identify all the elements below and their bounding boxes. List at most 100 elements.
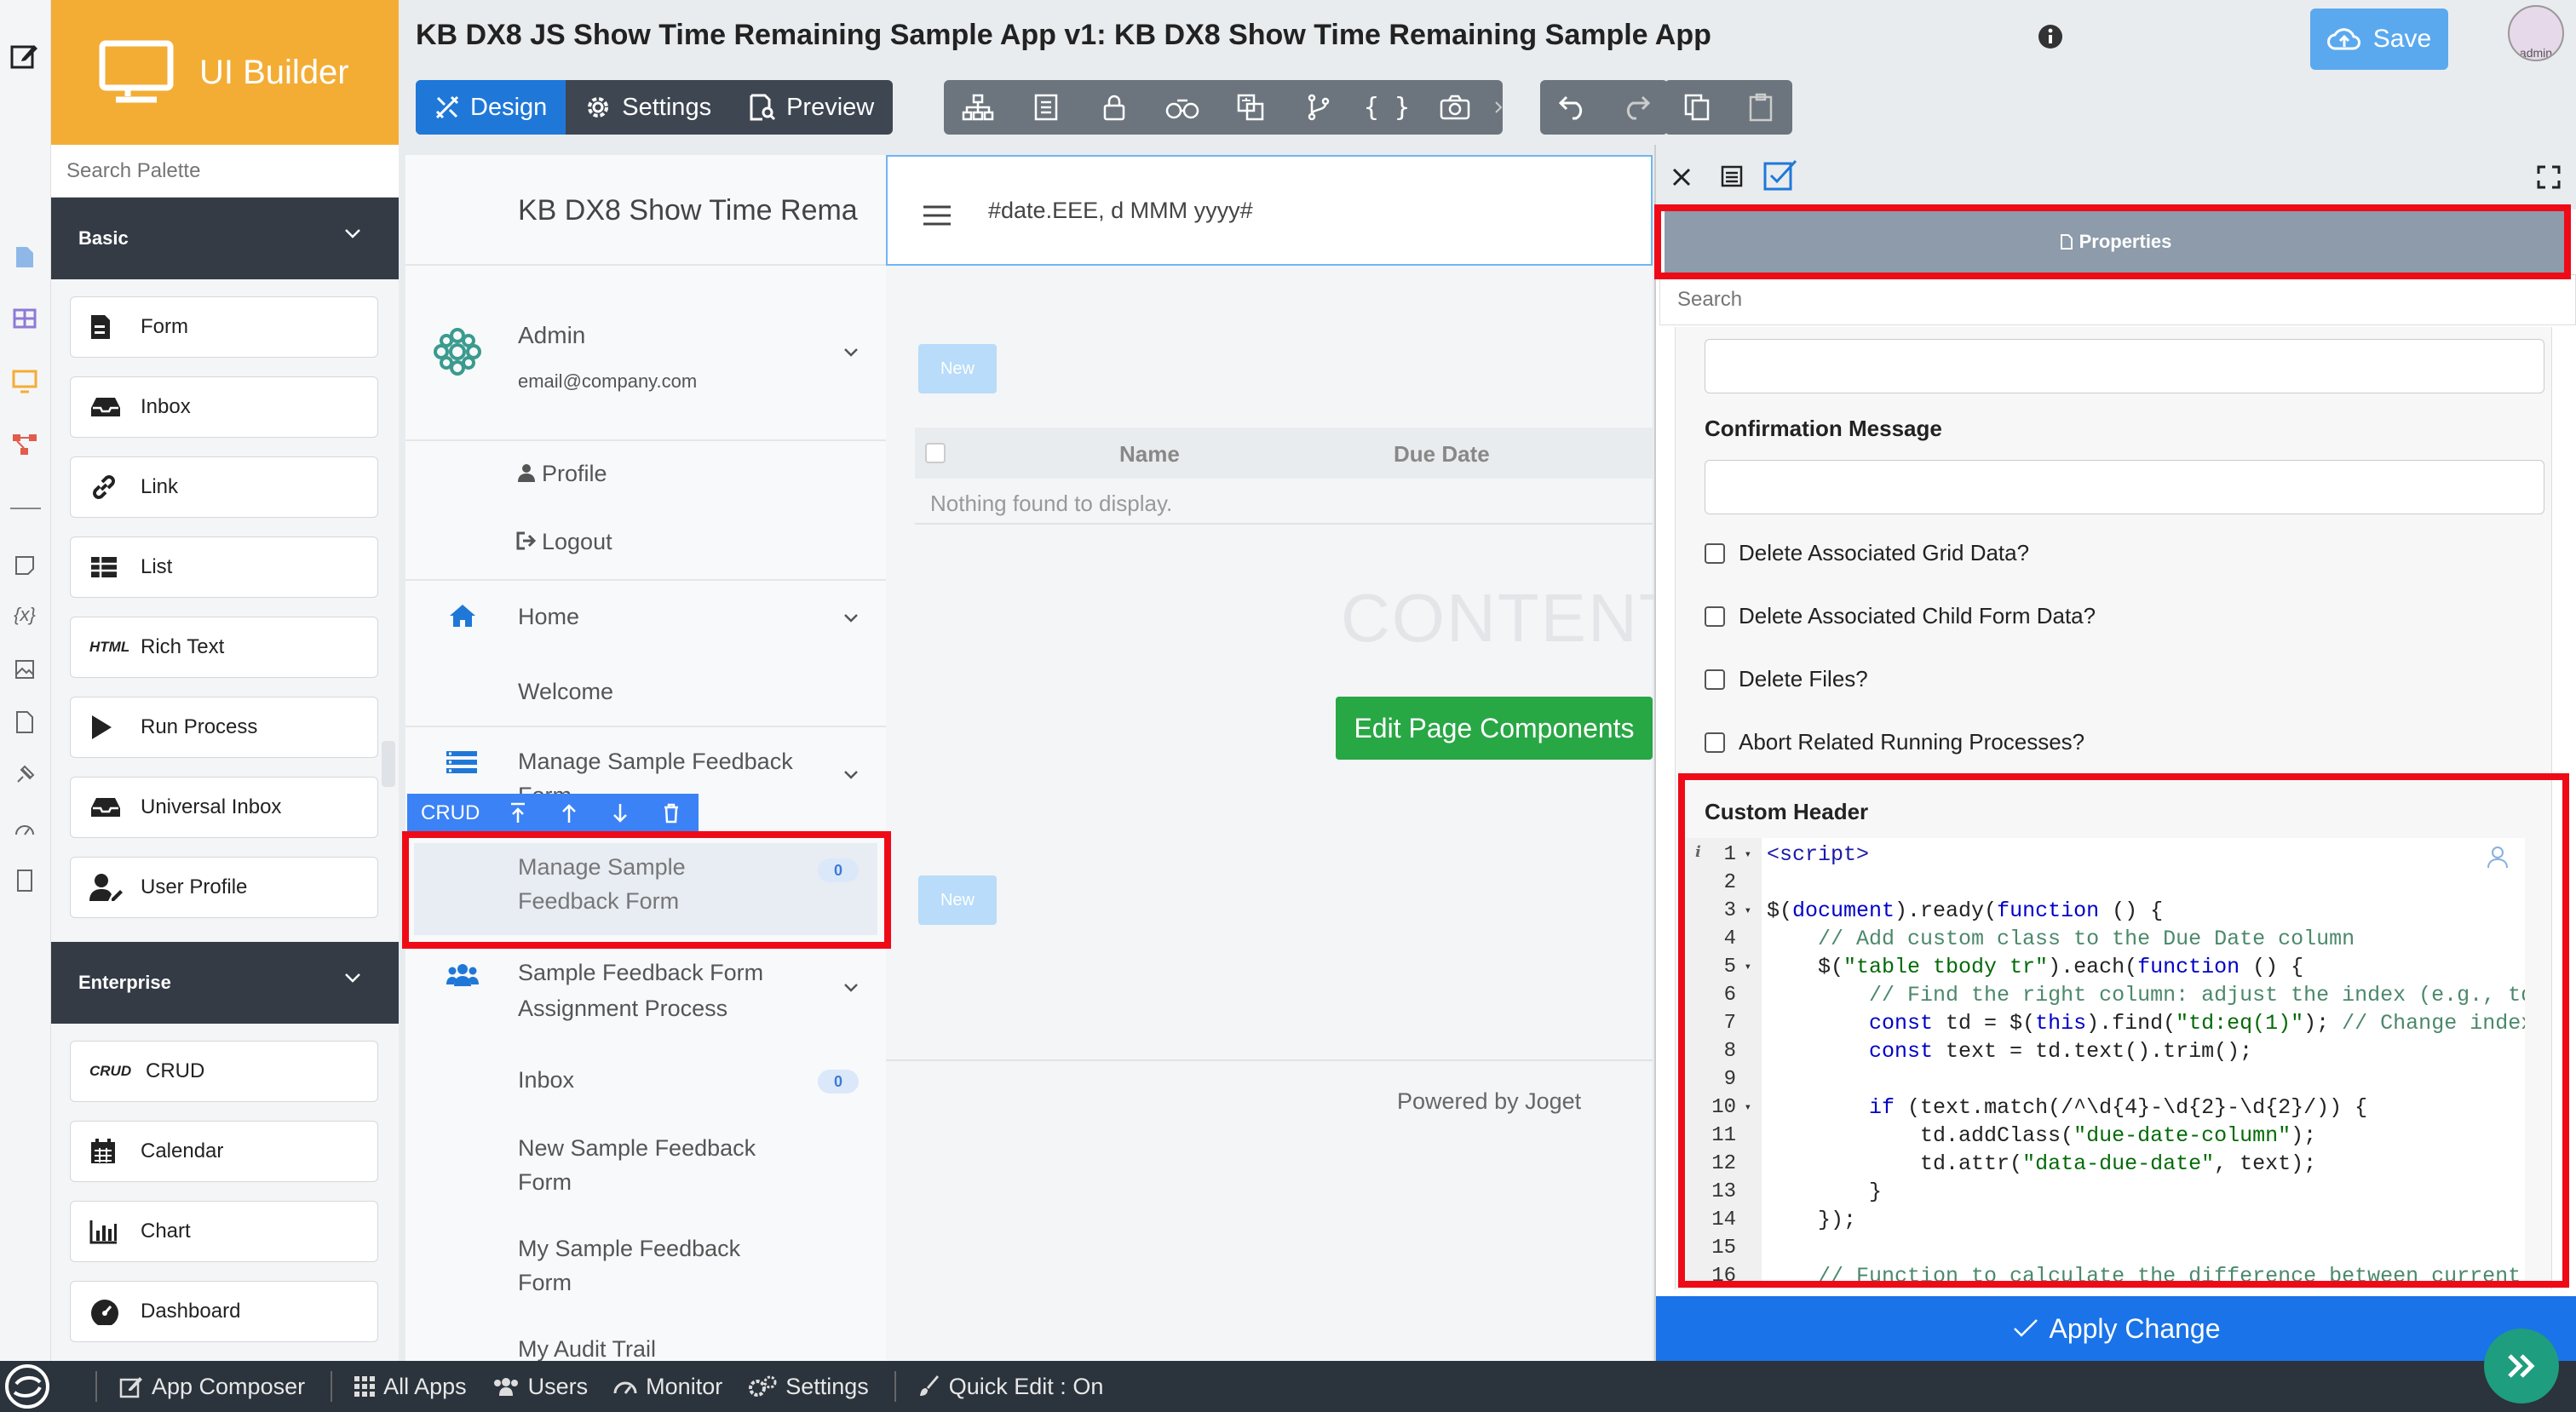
custom-header-code-editor[interactable]: 1 ▾ 2 3 ▾ 4 5 ▾ 6 7 8 9 10 ▾ 11 12 13 14 15 16 i <script> $(… — [1687, 838, 2525, 1283]
move-down-button[interactable] — [595, 802, 646, 824]
screenshot-button[interactable] — [1421, 80, 1489, 135]
settings-link[interactable]: Settings — [748, 1374, 869, 1400]
checkbox-checked-icon[interactable] — [1763, 158, 1797, 191]
code-line[interactable]: }); — [1767, 1207, 1856, 1234]
column-name[interactable]: Name — [1119, 441, 1180, 468]
userview-name[interactable]: KB DX8 Show Time Rema — [518, 194, 858, 227]
chevron-down-icon[interactable] — [843, 613, 859, 623]
permission-button[interactable] — [1080, 80, 1148, 135]
code-line[interactable]: td.addClass("due-date-column"); — [1767, 1122, 2316, 1150]
tab-preview[interactable]: Preview — [730, 80, 893, 135]
checkbox-box[interactable] — [1705, 669, 1725, 690]
fold-toggle-icon[interactable]: ▾ — [1739, 898, 1751, 925]
expand-menu-button[interactable] — [2484, 1329, 2559, 1403]
code-line[interactable]: // Find the right column: adjust the ind… — [1767, 982, 2525, 1009]
code-line[interactable]: // Add custom class to the Due Date colu… — [1767, 926, 2355, 953]
apply-change-button[interactable]: Apply Change — [1656, 1296, 2576, 1361]
previous-property-input[interactable] — [1705, 339, 2544, 393]
code-line[interactable]: if (text.match(/^\d{4}-\d{2}-\d{2}/)) { — [1767, 1094, 2367, 1122]
checkbox-delete-grid-data[interactable]: Delete Associated Grid Data? — [1705, 540, 2029, 566]
process-icon[interactable] — [9, 429, 40, 460]
monitor-link[interactable]: Monitor — [613, 1374, 722, 1400]
edit-page-components-button[interactable]: Edit Page Components — [1336, 697, 1653, 760]
json-button[interactable]: { } — [1353, 80, 1421, 135]
tab-settings[interactable]: Settings — [566, 80, 730, 135]
chevron-right-icon[interactable] — [1494, 100, 1503, 114]
menu-item-audit-trail[interactable]: My Audit Trail — [518, 1332, 656, 1361]
form-view-icon[interactable] — [1721, 165, 1743, 187]
palette-item-chart[interactable]: Chart — [70, 1201, 378, 1262]
edit-icon[interactable] — [9, 41, 40, 72]
code-line[interactable]: const td = $(this).find("td:eq(1)"); // … — [1767, 1010, 2525, 1037]
all-apps-link[interactable]: All Apps — [354, 1374, 467, 1400]
palette-section-basic[interactable]: Basic — [51, 198, 399, 279]
tree-view-button[interactable] — [944, 80, 1012, 135]
checkbox-abort-processes[interactable]: Abort Related Running Processes? — [1705, 729, 2084, 755]
checkbox-box[interactable] — [1705, 732, 1725, 753]
menu-category-home[interactable]: Home — [518, 600, 579, 634]
close-icon[interactable] — [1671, 167, 1692, 187]
joget-logo[interactable] — [0, 1361, 55, 1412]
palette-item-dashboard[interactable]: Dashboard — [70, 1281, 378, 1342]
menu-item-manage-line1[interactable]: Manage Sample — [518, 850, 686, 884]
palette-item-calendar[interactable]: Calendar — [70, 1121, 378, 1182]
undo-button[interactable] — [1540, 80, 1604, 135]
user-secret-icon[interactable] — [2486, 845, 2510, 869]
code-line[interactable]: $("table tbody tr").each(function () { — [1767, 954, 2303, 981]
quick-edit-toggle[interactable]: Quick Edit : On — [918, 1374, 1103, 1400]
copy-button[interactable] — [1665, 80, 1728, 135]
palette-item-rich-text[interactable]: HTML Rich Text — [70, 617, 378, 678]
checkbox-box[interactable] — [1705, 606, 1725, 627]
app-composer-link[interactable]: App Composer — [119, 1374, 305, 1400]
i18n-button[interactable] — [1216, 80, 1285, 135]
confirmation-message-input[interactable] — [1705, 460, 2544, 514]
palette-item-run-process[interactable]: Run Process — [70, 697, 378, 758]
menu-category-assignment-line1[interactable]: Sample Feedback Form — [518, 956, 763, 990]
preview-binoculars-button[interactable] — [1148, 80, 1216, 135]
avatar[interactable]: admin — [2508, 5, 2564, 61]
menu-item-welcome[interactable]: Welcome — [518, 674, 613, 709]
paste-button[interactable] — [1728, 80, 1792, 135]
move-up-button[interactable] — [543, 802, 595, 824]
checkbox-delete-child-form-data[interactable]: Delete Associated Child Form Data? — [1705, 603, 2096, 629]
menu-item-inbox[interactable]: Inbox — [518, 1063, 574, 1097]
redo-button[interactable] — [1604, 80, 1668, 135]
palette-item-universal-inbox[interactable]: Universal Inbox — [70, 777, 378, 838]
palette-item-form[interactable]: Form — [70, 296, 378, 358]
palette-item-inbox[interactable]: Inbox — [70, 376, 378, 438]
gauge-icon[interactable] — [9, 812, 40, 843]
select-all-checkbox[interactable] — [925, 443, 946, 463]
menu-item-profile[interactable]: Profile — [542, 456, 607, 491]
file-icon[interactable] — [9, 707, 40, 738]
note-icon[interactable] — [9, 550, 40, 581]
move-top-button[interactable] — [492, 802, 543, 824]
code-line[interactable]: <script> — [1767, 841, 1869, 869]
table-icon[interactable] — [9, 303, 40, 334]
users-link[interactable]: Users — [492, 1374, 588, 1400]
code-line[interactable]: td.attr("data-due-date", text); — [1767, 1151, 2316, 1178]
palette-item-list[interactable]: List — [70, 537, 378, 598]
menu-item-logout[interactable]: Logout — [542, 525, 612, 559]
hamburger-icon[interactable] — [922, 204, 952, 227]
document-icon[interactable] — [9, 242, 40, 273]
branch-button[interactable] — [1285, 80, 1353, 135]
device-icon[interactable] — [9, 865, 40, 896]
tab-design[interactable]: Design — [416, 80, 566, 135]
monitor-icon[interactable] — [9, 366, 40, 397]
palette-resize-handle[interactable] — [382, 741, 395, 787]
fold-toggle-icon[interactable]: ▾ — [1739, 1094, 1751, 1122]
plugin-icon[interactable] — [9, 760, 40, 790]
userview-header[interactable]: #date.EEE, d MMM yyyy# — [886, 155, 1653, 266]
chevron-down-icon[interactable] — [843, 347, 859, 358]
variable-icon[interactable]: {x} — [9, 600, 40, 630]
outline-button[interactable] — [1012, 80, 1080, 135]
menu-category-manage-line1[interactable]: Manage Sample Feedback — [518, 744, 793, 778]
delete-button[interactable] — [646, 803, 697, 824]
checkbox-box[interactable] — [1705, 542, 1725, 564]
chevron-down-icon[interactable] — [843, 983, 859, 993]
palette-item-crud[interactable]: CRUD CRUD — [70, 1041, 378, 1102]
new-button[interactable]: New — [918, 344, 997, 393]
code-line[interactable]: $(document).ready(function () { — [1767, 898, 2163, 925]
code-line[interactable]: } — [1767, 1179, 1882, 1206]
menu-item-my-line1[interactable]: My Sample Feedback — [518, 1231, 740, 1266]
